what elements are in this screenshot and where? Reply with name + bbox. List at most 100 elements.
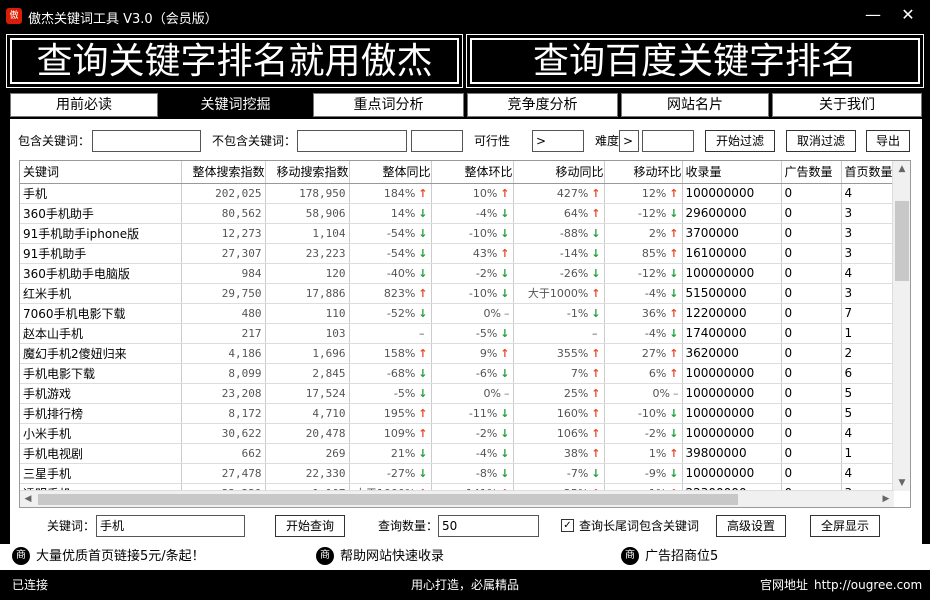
- table-row[interactable]: 91手机助手 27,307 23,223 -54% ↓ 43% ↑ -14% ↓ 85% ↑ 1610…: [20, 243, 893, 264]
- col-mobile-yoy[interactable]: 移动同比: [513, 161, 605, 184]
- cell-total-yoy: -40% ↓: [349, 263, 432, 284]
- pct-value: 36%: [641, 306, 667, 320]
- cell-keyword: 手机排行榜: [20, 403, 182, 424]
- table-row[interactable]: 手机排行榜 8,172 4,710 195% ↑ -11% ↓ 160% ↑ -10% ↓ 10000…: [20, 403, 893, 424]
- table-row[interactable]: 91手机助手iphone版 12,273 1,104 -54% ↓ -10% ↓ -88% ↓ 2…: [20, 223, 893, 244]
- exclude-input-2[interactable]: [411, 130, 463, 152]
- col-mobile-index[interactable]: 移动搜索指数: [265, 161, 350, 184]
- cell-indexed: 100000000: [682, 423, 782, 444]
- pct-value: -14%: [559, 246, 589, 260]
- cell-mobile-index: 23,223: [265, 243, 350, 264]
- longtail-checkbox[interactable]: ✓: [561, 519, 574, 532]
- table-row[interactable]: 手机电视剧 662 269 21% ↓ -4% ↓ 38% ↑ 1% ↑ 39800000 0 1: [20, 443, 893, 464]
- cell-total-mom: 9% ↑: [431, 343, 514, 364]
- table-row[interactable]: 360手机助手 80,562 58,906 14% ↓ -4% ↓ 64% ↑ -12% ↓ 2960…: [20, 203, 893, 224]
- close-button[interactable]: ✕: [893, 4, 923, 26]
- cell-mobile-mom: 27% ↑: [604, 343, 683, 364]
- cell-mobile-index: 178,950: [265, 183, 350, 204]
- export-button[interactable]: 导出: [866, 130, 910, 152]
- banner-right[interactable]: 查询百度关键字排名: [466, 34, 924, 88]
- tab-about[interactable]: 关于我们: [772, 93, 922, 117]
- cell-total-yoy: 195% ↑: [349, 403, 432, 424]
- arrow-up-icon: ↑: [591, 366, 601, 380]
- scroll-down-icon[interactable]: ▼: [893, 475, 910, 491]
- cell-total-yoy: -52% ↓: [349, 303, 432, 324]
- cell-mobile-yoy: 355% ↑: [513, 343, 605, 364]
- cell-total-mom: -4% ↓: [431, 203, 514, 224]
- table-row[interactable]: 魔幻手机2傻妞归来 4,186 1,696 158% ↑ 9% ↑ 355% ↑ 27% ↑ 3620…: [20, 343, 893, 364]
- tab-guide[interactable]: 用前必读: [10, 93, 158, 117]
- banner-left[interactable]: 查询关键字排名就用傲杰: [6, 34, 463, 88]
- cell-mobile-mom: 85% ↑: [604, 243, 683, 264]
- table-row[interactable]: 360手机助手电脑版 984 120 -40% ↓ -2% ↓ -26% ↓ -12% ↓ 10000…: [20, 263, 893, 284]
- horizontal-scroll-thumb[interactable]: [38, 494, 738, 505]
- site-url-link[interactable]: http://ougree.com: [814, 570, 922, 600]
- cell-first-page: 5: [841, 403, 893, 424]
- ad-link-2[interactable]: 商帮助网站快速收录: [316, 547, 444, 567]
- cell-mobile-mom: -9% ↓: [604, 463, 683, 484]
- ad-link-3[interactable]: 商广告招商位5: [621, 547, 718, 567]
- pct-value: 158%: [383, 346, 416, 360]
- difficulty-value-input[interactable]: [642, 130, 694, 152]
- col-keyword[interactable]: 关键词: [20, 161, 182, 184]
- col-total-yoy[interactable]: 整体同比: [349, 161, 432, 184]
- col-first-page[interactable]: 首页数量: [841, 161, 893, 184]
- table-row[interactable]: 手机 202,025 178,950 184% ↑ 10% ↑ 427% ↑ 12% ↑ 100000…: [20, 183, 893, 204]
- cancel-filter-button[interactable]: 取消过滤: [786, 130, 856, 152]
- ad-text-1: 大量优质首页链接5元/条起！: [36, 549, 205, 564]
- query-count-input[interactable]: 50: [438, 515, 539, 537]
- table-row[interactable]: 7060手机电影下载 480 110 -52% ↓ 0% – -1% ↓ 36% ↑ 12200000…: [20, 303, 893, 324]
- cell-ads: 0: [781, 203, 842, 224]
- advanced-settings-button[interactable]: 高级设置: [716, 515, 786, 537]
- pct-value: -68%: [386, 366, 416, 380]
- minimize-button[interactable]: —: [858, 4, 888, 26]
- arrow-up-icon: ↑: [669, 246, 679, 260]
- col-total-mom[interactable]: 整体环比: [431, 161, 514, 184]
- cell-indexed: 29600000: [682, 203, 782, 224]
- tab-competition[interactable]: 竞争度分析: [467, 93, 618, 117]
- start-filter-button[interactable]: 开始过滤: [705, 130, 775, 152]
- tab-site-card[interactable]: 网站名片: [621, 93, 769, 117]
- cell-keyword: 91手机助手iphone版: [20, 223, 182, 244]
- cell-total-mom: -10% ↓: [431, 283, 514, 304]
- difficulty-op-select[interactable]: >: [619, 130, 639, 152]
- keyword-table[interactable]: 关键词 整体搜索指数 移动搜索指数 整体同比 整体环比 移动同比 移动环比 收录…: [19, 160, 911, 508]
- scroll-left-icon[interactable]: ◀: [20, 491, 36, 507]
- col-total-index[interactable]: 整体搜索指数: [181, 161, 266, 184]
- table-row[interactable]: 手机电影下载 8,099 2,845 -68% ↓ -6% ↓ 7% ↑ 6% ↑ 100000000…: [20, 363, 893, 384]
- vertical-scroll-thumb[interactable]: [895, 201, 909, 281]
- table-row[interactable]: 红米手机 29,750 17,886 823% ↑ -10% ↓ 大于1000% ↑ -4% ↓ 51…: [20, 283, 893, 304]
- cell-indexed: 100000000: [682, 463, 782, 484]
- tab-key-analysis[interactable]: 重点词分析: [313, 93, 464, 117]
- fullscreen-button[interactable]: 全屏显示: [810, 515, 880, 537]
- exclude-input[interactable]: [297, 130, 407, 152]
- cell-mobile-yoy: 38% ↑: [513, 443, 605, 464]
- dash-icon: –: [504, 306, 510, 320]
- table-row[interactable]: 小米手机 30,622 20,478 109% ↑ -2% ↓ 106% ↑ -2% ↓ 100000…: [20, 423, 893, 444]
- feasibility-op-select[interactable]: >: [532, 130, 584, 152]
- col-indexed[interactable]: 收录量: [682, 161, 782, 184]
- cell-keyword: 手机游戏: [20, 383, 182, 404]
- arrow-up-icon: ↑: [591, 206, 601, 220]
- col-mobile-mom[interactable]: 移动环比: [604, 161, 683, 184]
- horizontal-scrollbar[interactable]: ◀ ▶: [20, 490, 894, 507]
- arrow-down-icon: ↓: [669, 426, 679, 440]
- scroll-right-icon[interactable]: ▶: [878, 491, 894, 507]
- tab-keyword-mining[interactable]: 关键词挖掘: [161, 93, 310, 117]
- table-row[interactable]: 赵本山手机 217 103– -5% ↓ – -4% ↓ 17400000 0 1: [20, 323, 893, 344]
- start-query-button[interactable]: 开始查询: [275, 515, 345, 537]
- cell-first-page: 4: [841, 463, 893, 484]
- include-input[interactable]: [92, 130, 201, 152]
- include-label: 包含关键词：: [18, 134, 91, 148]
- table-row[interactable]: 三星手机 27,478 22,330 -27% ↓ -8% ↓ -7% ↓ -9% ↓ 1000000…: [20, 463, 893, 484]
- vertical-scrollbar[interactable]: ▲ ▼: [892, 161, 910, 491]
- arrow-down-icon: ↓: [418, 466, 428, 480]
- cell-total-index: 662: [181, 443, 266, 464]
- table-row[interactable]: 手机游戏 23,208 17,524 -5% ↓ 0% –25% ↑ 0% –100000000 0…: [20, 383, 893, 404]
- scroll-up-icon[interactable]: ▲: [893, 161, 910, 177]
- col-ads[interactable]: 广告数量: [781, 161, 842, 184]
- cell-mobile-yoy: 106% ↑: [513, 423, 605, 444]
- ad-link-1[interactable]: 商大量优质首页链接5元/条起！: [12, 547, 205, 567]
- cell-total-yoy: -5% ↓: [349, 383, 432, 404]
- keyword-input[interactable]: 手机: [96, 515, 245, 537]
